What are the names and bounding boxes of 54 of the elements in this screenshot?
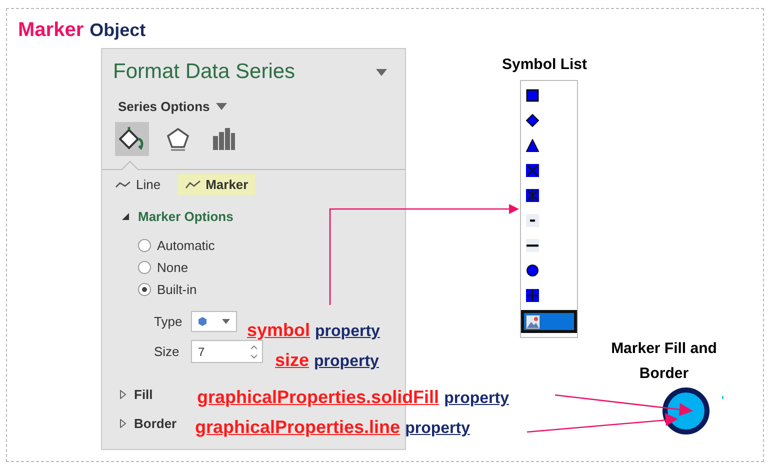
triangle-icon <box>526 138 539 152</box>
x-mark-icon <box>526 164 539 176</box>
triangle-toggle-icon <box>122 213 129 220</box>
long-dash-icon <box>526 238 539 252</box>
icon-tab[interactable] <box>115 122 149 156</box>
series-options-menu[interactable]: Series Options <box>102 89 405 114</box>
spinner-arrows-icon <box>250 344 258 360</box>
sub-tab[interactable]: Marker <box>178 174 256 195</box>
triangle-toggle-icon <box>120 390 126 399</box>
heading-accent: Marker <box>18 19 84 42</box>
marker-options-header[interactable]: Marker Options <box>102 195 405 224</box>
dot-mark <box>722 396 724 399</box>
circle-icon <box>526 264 539 276</box>
caret-icon[interactable] <box>376 68 387 76</box>
paint-bucket-icon <box>119 127 145 151</box>
symbol-option[interactable] <box>521 310 577 333</box>
property-name: symbol <box>247 320 310 341</box>
panel-title: Format Data Series <box>113 60 296 84</box>
property-word: property <box>405 420 470 438</box>
radio-button[interactable] <box>138 261 151 274</box>
short-dash-icon <box>526 214 539 226</box>
hexagon-icon <box>198 317 207 326</box>
diamond-icon <box>526 114 539 126</box>
sub-tab[interactable]: Line <box>115 174 168 195</box>
section-header[interactable]: Fill <box>102 363 153 402</box>
property-word: property <box>314 353 379 371</box>
asterisk-icon <box>526 188 539 202</box>
bar-chart-icon <box>213 128 235 150</box>
property-word: property <box>315 323 380 341</box>
property-name: graphicalProperties.solidFill <box>197 387 440 408</box>
type-dropdown[interactable] <box>191 311 237 332</box>
heading: Object <box>90 20 146 41</box>
property-name: graphicalProperties.line <box>195 417 400 438</box>
radio-label: Built-in <box>157 282 197 297</box>
property-word: property <box>444 390 509 408</box>
line-chart-icon <box>184 180 201 189</box>
pentagon-icon <box>166 127 190 151</box>
line-chart-icon <box>115 180 131 189</box>
radio-button[interactable] <box>138 239 151 252</box>
marker-demo-title: Marker Fill and Border <box>610 339 718 384</box>
property-name: size <box>275 350 310 371</box>
radio-button[interactable] <box>138 283 151 296</box>
radio-label: None <box>157 260 188 275</box>
radio-label: Automatic <box>157 238 215 253</box>
image-icon <box>526 314 540 328</box>
triangle-toggle-icon <box>120 419 126 428</box>
size-spinner[interactable]: 7 <box>191 340 263 363</box>
caret-icon <box>216 103 227 110</box>
section-header[interactable]: Border <box>102 402 177 431</box>
square-icon <box>526 88 539 102</box>
caret-icon <box>222 319 230 324</box>
plus-icon <box>526 288 539 302</box>
size-label: Size <box>154 344 178 359</box>
symbol-list-title: Symbol List <box>502 56 588 73</box>
